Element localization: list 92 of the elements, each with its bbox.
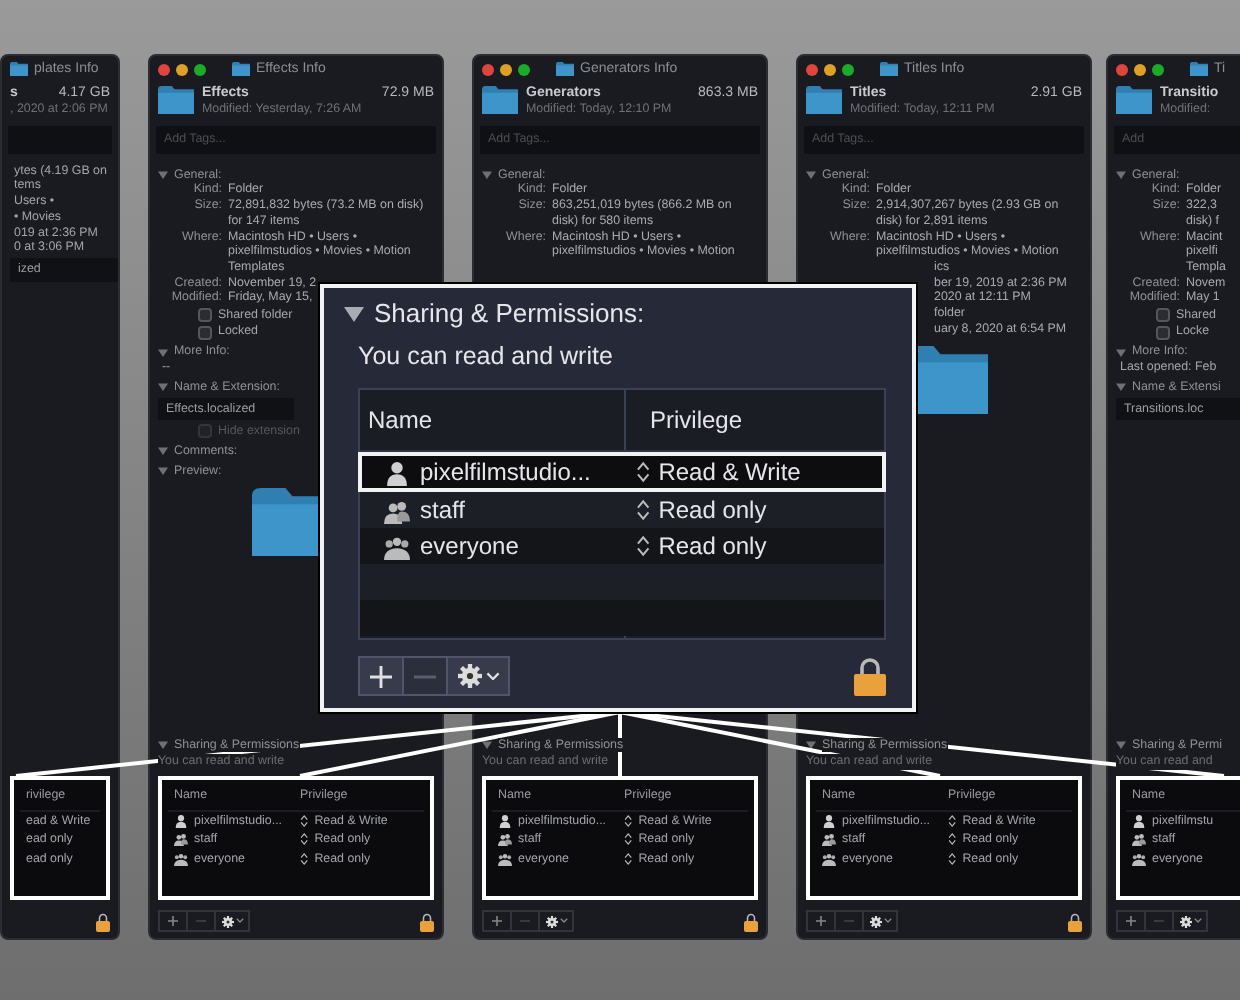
user-icon (498, 813, 512, 828)
checkbox[interactable] (1156, 325, 1170, 340)
gear-icon (545, 915, 557, 927)
stepper-icon[interactable] (636, 498, 651, 522)
checkbox[interactable] (1156, 307, 1170, 322)
user-icon (384, 459, 410, 485)
lock-icon[interactable] (1068, 911, 1082, 931)
stepper-icon[interactable] (624, 832, 633, 847)
close-button[interactable] (1116, 63, 1128, 75)
folder-icon (806, 86, 842, 115)
privilege-value[interactable]: Read only (658, 496, 767, 524)
close-button[interactable] (158, 63, 170, 75)
privilege-value[interactable]: Read only (658, 532, 767, 560)
checkbox[interactable] (198, 307, 212, 322)
plus-icon[interactable] (1124, 914, 1138, 928)
user-icon (822, 813, 836, 828)
user-name: staff (420, 496, 465, 524)
close-button[interactable] (806, 63, 818, 75)
group-icon (174, 832, 188, 847)
button-group[interactable] (482, 910, 574, 932)
group-icon (174, 851, 188, 866)
section-heading: Sharing & Permissions: (374, 298, 645, 328)
triangle-down-icon[interactable] (806, 739, 816, 750)
permission-caption: You can read and write (358, 342, 615, 370)
stepper-icon[interactable] (300, 813, 309, 828)
table-row[interactable]: everyone Read only (360, 528, 884, 564)
folder-icon (158, 86, 194, 115)
button-group[interactable] (1116, 910, 1208, 932)
group-icon (498, 851, 512, 866)
minimize-button[interactable] (176, 63, 188, 75)
zoom-button[interactable] (1152, 63, 1164, 75)
stepper-icon[interactable] (948, 832, 957, 847)
folder-icon (10, 61, 28, 76)
plus-icon[interactable] (166, 914, 180, 928)
caret-icon (883, 918, 891, 924)
folder-icon (1116, 86, 1152, 115)
add-button[interactable] (360, 658, 404, 694)
minimize-button[interactable] (824, 63, 836, 75)
caret-icon (235, 918, 243, 924)
minimize-button[interactable] (500, 63, 512, 75)
stepper-icon[interactable] (300, 851, 309, 866)
folder-icon (880, 61, 898, 76)
group-icon (822, 851, 836, 866)
user-name: pixelfilmstudio... (420, 458, 591, 486)
stepper-icon[interactable] (636, 460, 651, 484)
button-group[interactable] (806, 910, 898, 932)
minimize-button[interactable] (1134, 63, 1146, 75)
close-button[interactable] (482, 63, 494, 75)
stepper-icon[interactable] (624, 813, 633, 828)
zoom-button[interactable] (842, 63, 854, 75)
stepper-icon[interactable] (624, 851, 633, 866)
lock-icon[interactable] (854, 656, 886, 696)
folder-icon (556, 61, 574, 76)
gear-icon (457, 664, 481, 688)
caret-icon (559, 918, 567, 924)
group-icon (498, 832, 512, 847)
lock-icon[interactable] (420, 911, 434, 931)
group-icon (384, 533, 410, 559)
lock-icon[interactable] (744, 911, 758, 931)
group-icon (822, 832, 836, 847)
stepper-icon[interactable] (948, 813, 957, 828)
checkbox[interactable] (198, 325, 212, 340)
button-group[interactable] (158, 910, 250, 932)
plus-icon[interactable] (814, 914, 828, 928)
stepper-icon[interactable] (948, 851, 957, 866)
plus-icon[interactable] (490, 914, 504, 928)
table-row[interactable]: pixelfilmstudio... Read & Write (360, 454, 884, 490)
folder-icon (482, 86, 518, 115)
triangle-down-icon[interactable] (482, 739, 492, 750)
folder-icon (232, 61, 250, 76)
action-menu-button[interactable] (448, 658, 508, 694)
caret-icon (1193, 918, 1201, 924)
gear-icon (221, 915, 233, 927)
stepper-icon[interactable] (636, 534, 651, 558)
privilege-value[interactable]: Read & Write (658, 458, 801, 486)
zoom-button[interactable] (194, 63, 206, 75)
caret-icon (485, 671, 499, 681)
zoom-button[interactable] (518, 63, 530, 75)
stepper-icon[interactable] (300, 832, 309, 847)
gear-icon (1179, 915, 1191, 927)
user-name: everyone (420, 532, 519, 560)
column-header: Name (366, 406, 435, 434)
lock-icon[interactable] (96, 911, 110, 931)
group-icon (384, 497, 410, 523)
group-icon (1132, 851, 1146, 866)
column-header: Privilege (624, 390, 884, 450)
group-icon (1132, 832, 1146, 847)
folder-icon (1190, 61, 1208, 76)
gear-icon (869, 915, 881, 927)
user-icon (174, 813, 188, 828)
user-icon (1132, 813, 1146, 828)
triangle-down-icon[interactable] (344, 303, 364, 323)
